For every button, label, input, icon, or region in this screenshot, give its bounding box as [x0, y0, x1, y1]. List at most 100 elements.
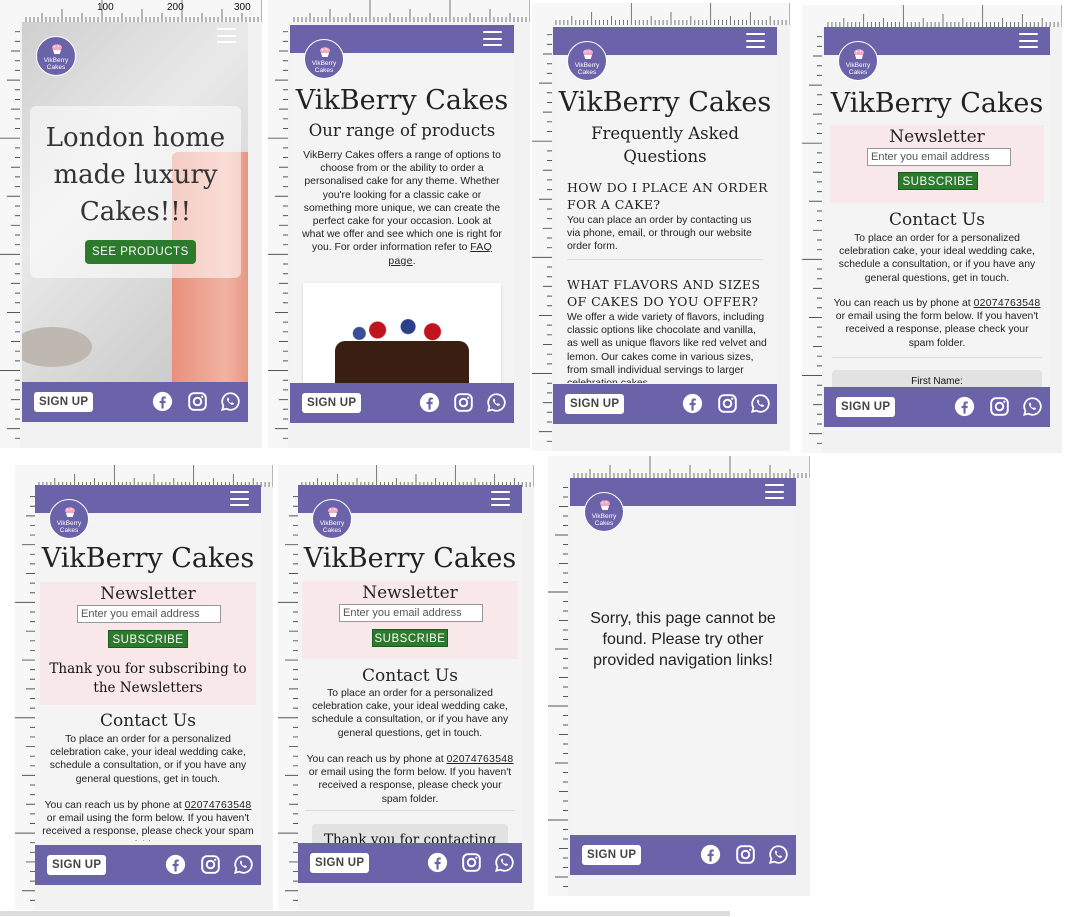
divider — [832, 357, 1042, 358]
not-found-message: Sorry, this page cannot be found. Please… — [590, 610, 776, 669]
ruler-left — [278, 465, 298, 910]
screen-faq: VikBerry Cakes VikBerry Cakes Frequently… — [532, 3, 790, 451]
contact-intro: To place an order for a personalized cel… — [49, 734, 247, 785]
logo-text: VikBerry Cakes — [311, 60, 337, 74]
cupcake-icon — [319, 47, 331, 57]
facebook-icon[interactable] — [682, 393, 703, 414]
screen-home: 100 200 300 VikBerry Cakes London home m… — [0, 0, 262, 448]
phone-link[interactable]: 02074763548 — [974, 298, 1041, 309]
screen-contact-thanks: VikBerry Cakes VikBerry Cakes Newsletter… — [278, 465, 534, 910]
ruler-label: 300 — [234, 2, 251, 13]
see-products-button[interactable]: SEE PRODUCTS — [85, 240, 196, 264]
instagram-icon[interactable] — [453, 392, 474, 413]
contact-title: Contact Us — [100, 711, 196, 731]
phone-link[interactable]: 02074763548 — [447, 754, 514, 765]
signup-button[interactable]: SIGN UP — [47, 855, 107, 875]
bottom-scrollbar[interactable] — [0, 911, 730, 916]
products-heading: Our range of products — [308, 121, 496, 140]
ruler-left — [0, 0, 20, 448]
contact-phone-text: You can reach us by phone at 02074763548… — [832, 297, 1042, 350]
subscribe-button[interactable]: SUBSCRIBE — [108, 630, 188, 648]
footer: SIGN UP — [35, 845, 261, 885]
logo[interactable]: VikBerry Cakes — [312, 499, 352, 539]
signup-button[interactable]: SIGN UP — [836, 397, 896, 417]
ruler-top — [532, 3, 790, 25]
first-name-label: First Name: — [911, 376, 963, 387]
faq-question[interactable]: WHAT FLAVORS AND SIZES OF CAKES DO YOU O… — [567, 276, 769, 310]
newsletter-section: Newsletter Enter you email address SUBSC… — [302, 581, 518, 659]
instagram-icon[interactable] — [461, 852, 482, 873]
instagram-icon[interactable] — [735, 844, 756, 865]
ruler-top — [268, 0, 530, 22]
footer: SIGN UP — [824, 387, 1050, 427]
contact-phone-suffix: or email using the form below. If you ha… — [42, 813, 254, 841]
whatsapp-icon[interactable] — [220, 391, 241, 412]
logo[interactable]: VikBerry Cakes — [304, 39, 344, 79]
contact-intro: To place an order for a personalized cel… — [838, 233, 1036, 284]
newsletter-email-input[interactable]: Enter you email address — [77, 605, 221, 623]
cupcake-icon — [64, 507, 76, 517]
phone-frame: VikBerry Cakes VikBerry Cakes Frequently… — [553, 27, 777, 424]
phone-frame: VikBerry Cakes London home made luxury C… — [22, 22, 248, 422]
whatsapp-icon[interactable] — [233, 854, 254, 875]
plate-graphic — [22, 327, 92, 367]
faq-answer: You can place an order by contacting us … — [567, 215, 752, 253]
hamburger-menu-icon[interactable] — [1019, 33, 1038, 48]
hamburger-menu-icon[interactable] — [230, 491, 249, 506]
phone-frame: VikBerry Cakes Sorry, this page cannot b… — [570, 478, 796, 875]
hamburger-menu-icon[interactable] — [217, 28, 236, 43]
whatsapp-icon[interactable] — [1022, 396, 1043, 417]
facebook-icon[interactable] — [419, 392, 440, 413]
instagram-icon[interactable] — [200, 854, 221, 875]
subscribe-button[interactable]: SUBSCRIBE — [372, 629, 448, 647]
newsletter-section: Newsletter Enter you email address SUBSC… — [40, 582, 256, 705]
hamburger-menu-icon[interactable] — [491, 491, 510, 506]
hero-title: London home made luxury Cakes!!! — [45, 123, 226, 227]
instagram-icon[interactable] — [187, 391, 208, 412]
signup-button[interactable]: SIGN UP — [310, 853, 370, 873]
divider — [305, 810, 515, 811]
whatsapp-icon[interactable] — [486, 392, 507, 413]
page-title: VikBerry Cakes — [830, 88, 1044, 119]
instagram-icon[interactable] — [717, 393, 738, 414]
facebook-icon[interactable] — [152, 391, 173, 412]
phone-frame: VikBerry Cakes VikBerry Cakes Newsletter… — [298, 485, 522, 883]
instagram-icon[interactable] — [989, 396, 1010, 417]
faq-question[interactable]: HOW DO I PLACE AN ORDER FOR A CAKE? — [567, 179, 769, 213]
ruler-top — [15, 465, 273, 487]
logo[interactable]: VikBerry Cakes — [584, 492, 624, 532]
newsletter-section: Newsletter Enter you email address SUBSC… — [830, 125, 1044, 203]
facebook-icon[interactable] — [954, 396, 975, 417]
facebook-icon[interactable] — [427, 852, 448, 873]
hamburger-menu-icon[interactable] — [765, 484, 784, 499]
subscribe-button[interactable]: SUBSCRIBE — [898, 172, 978, 190]
facebook-icon[interactable] — [165, 854, 186, 875]
signup-button[interactable]: SIGN UP — [302, 393, 362, 413]
contact-intro: To place an order for a personalized cel… — [311, 688, 509, 739]
faq-heading: Frequently Asked Questions — [591, 124, 739, 166]
cupcake-icon — [582, 49, 594, 59]
logo[interactable]: VikBerry Cakes — [49, 499, 89, 539]
signup-button[interactable]: SIGN UP — [34, 392, 94, 412]
ruler-top — [548, 456, 810, 478]
hamburger-menu-icon[interactable] — [746, 33, 765, 48]
signup-button[interactable]: SIGN UP — [565, 394, 625, 414]
contact-phone-prefix: You can reach us by phone at — [44, 800, 182, 811]
phone-frame: VikBerry Cakes VikBerry Cakes Newsletter… — [824, 27, 1050, 427]
whatsapp-icon[interactable] — [768, 844, 789, 865]
logo[interactable]: VikBerry Cakes — [36, 36, 76, 76]
newsletter-email-input[interactable]: Enter you email address — [867, 148, 1011, 166]
cupcake-icon — [853, 49, 865, 59]
contact-phone-prefix: You can reach us by phone at — [306, 754, 444, 765]
logo[interactable]: VikBerry Cakes — [567, 41, 607, 81]
whatsapp-icon[interactable] — [750, 393, 771, 414]
signup-button[interactable]: SIGN UP — [582, 845, 642, 865]
facebook-icon[interactable] — [700, 844, 721, 865]
cupcake-icon — [327, 507, 339, 517]
logo[interactable]: VikBerry Cakes — [838, 41, 878, 81]
ruler-left — [548, 456, 568, 896]
hamburger-menu-icon[interactable] — [483, 31, 502, 46]
whatsapp-icon[interactable] — [494, 852, 515, 873]
phone-link[interactable]: 02074763548 — [185, 800, 252, 811]
newsletter-email-input[interactable]: Enter you email address — [339, 604, 483, 622]
